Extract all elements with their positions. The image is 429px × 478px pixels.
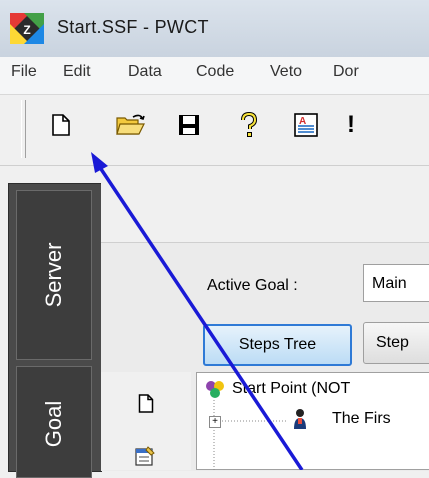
help-icon[interactable] [234, 108, 264, 142]
tree-connectors [213, 400, 286, 470]
save-icon[interactable] [174, 108, 204, 142]
tab-goal-label: Goal [41, 400, 66, 448]
active-goal-field[interactable]: Main [363, 264, 429, 302]
menu-code[interactable]: Code [196, 63, 234, 81]
tree-root-label[interactable]: Start Point (NOT [232, 380, 350, 398]
run-icon[interactable]: ! [344, 108, 358, 142]
content-header [101, 183, 429, 242]
tab-goal[interactable]: Goal [16, 366, 92, 478]
open-folder-icon[interactable] [116, 108, 146, 142]
document-icon[interactable]: A [291, 108, 321, 142]
tab-steps-other[interactable]: Step [363, 322, 429, 364]
new-step-icon[interactable] [138, 394, 154, 413]
edit-step-icon[interactable] [134, 445, 156, 467]
tab-server-label: Server [41, 242, 66, 308]
menu-edit[interactable]: Edit [63, 63, 91, 81]
tab-server[interactable]: Server [16, 190, 92, 360]
window-title: Start.SSF - PWCT [57, 17, 209, 37]
svg-text:Z: Z [23, 23, 30, 37]
active-goal-label: Active Goal : [207, 277, 298, 294]
start-point-icon [206, 381, 224, 398]
tree-child-label[interactable]: The Firs [332, 410, 391, 428]
menu-veto[interactable]: Veto [270, 63, 302, 81]
menu-file[interactable]: File [11, 63, 37, 81]
step-person-icon [294, 409, 306, 429]
new-file-icon[interactable] [46, 108, 76, 142]
tree-expand-toggle[interactable]: + [209, 416, 221, 428]
menu-data[interactable]: Data [128, 63, 162, 81]
toolbar-grip[interactable] [21, 100, 26, 158]
tab-steps-tree[interactable]: Steps Tree [203, 324, 352, 366]
app-logo-icon: Z [10, 13, 44, 44]
menu-dor[interactable]: Dor [333, 63, 359, 81]
